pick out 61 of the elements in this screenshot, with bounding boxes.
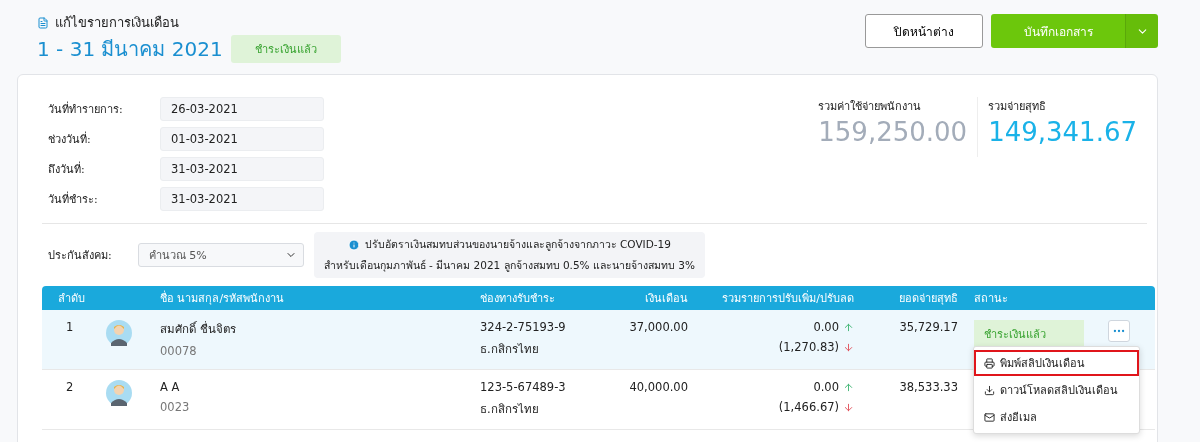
employee-name: A A [160,380,181,394]
net-amount: 35,729.17 [898,320,958,334]
account-number: 324-2-75193-9 [480,320,567,334]
column-header: ช่องทางรับชำระ [480,291,556,307]
column-header: เงินเดือน [644,291,688,307]
employee-name: สมศักดิ์ ชื่นจิตร [160,320,237,338]
date-field[interactable]: 31-03-2021 [160,187,324,211]
arrow-up-icon [843,321,854,333]
field-label: วันที่ชำระ: [48,190,99,208]
column-header: ลำดับ [57,291,86,307]
adjustment-amount: 0.00 [813,320,839,334]
menu-item[interactable]: พิมพ์สลิปเงินเดือน [974,350,1139,376]
bank-name: ธ.กสิกรไทย [480,401,540,418]
net-amount: 38,533.33 [898,380,958,394]
row-number: 1 [65,320,75,334]
field-label: ช่วงวันที่: [48,130,92,148]
menu-item[interactable]: ดาวน์โหลดสลิปเงินเดือน [974,377,1139,403]
total-label: รวมจ่ายสุทธิ [988,99,1048,115]
mail-icon [984,411,995,423]
info-icon [347,238,360,251]
printer-icon [984,357,995,369]
adjustment-amount: (1,466.67) [778,400,839,414]
bank-name: ธ.กสิกรไทย [480,341,540,358]
field-label: วันที่ทำรายการ: [48,100,124,118]
status-badge: ชำระเงินแล้ว [974,320,1084,348]
arrow-down-icon [843,341,854,353]
salary-amount: 37,000.00 [628,320,688,334]
avatar-icon [106,380,132,406]
column-header: ชื่อ นามสกุล/รหัสพนักงาน [160,289,286,307]
total-amount: 159,250.00 [818,117,968,147]
employee-code: 00078 [160,344,198,358]
total-label: รวมค่าใช้จ่ายพนักงาน [818,99,923,115]
page-title: 1 - 31 มีนาคม 2021 [37,36,223,63]
avatar-icon [106,320,132,346]
notice-text: สำหรับเดือนกุมภาพันธ์ - มีนาคม 2021 ลูกจ้างสมทบ 0.5% และนายจ้างสมทบ 3% [323,258,695,274]
salary-amount: 40,000.00 [628,380,688,394]
date-field[interactable]: 26-03-2021 [160,97,324,121]
download-icon [984,384,995,396]
arrow-up-icon [843,381,854,393]
field-label: ถึงวันที่: [48,160,86,178]
notice-text: ปรับอัตราเงินสมทบส่วนของนายจ้างและลูกจ้างจากภาวะ COVID-19 [364,237,671,253]
column-header: ยอดจ่ายสุทธิ [898,291,958,307]
column-header: สถานะ [973,291,1009,307]
account-number: 123-5-67489-3 [480,380,567,394]
adjustment-amount: (1,270.83) [778,340,839,354]
social-security-select[interactable]: คำนวณ 5% [137,243,304,267]
total-amount: 149,341.67 [988,117,1137,147]
column-header: รวมรายการปรับเพิ่ม/ปรับลด [721,289,854,307]
menu-item[interactable]: ส่งอีเมล [974,404,1139,430]
close-window-button[interactable]: ปิดหน้าต่าง [865,14,983,48]
arrow-down-icon [843,401,854,413]
page-subtitle: แก้ไขรายการเงินเดือน [55,14,179,32]
more-button[interactable] [1108,320,1130,342]
date-field[interactable]: 31-03-2021 [160,157,324,181]
row-number: 2 [65,380,75,394]
employee-code: 0023 [160,400,191,414]
field-label: ประกันสังคม: [48,248,112,264]
document-icon [37,16,49,29]
adjustment-amount: 0.00 [813,380,839,394]
status-badge: ชำระเงินแล้ว [230,35,341,63]
date-field[interactable]: 01-03-2021 [160,127,324,151]
